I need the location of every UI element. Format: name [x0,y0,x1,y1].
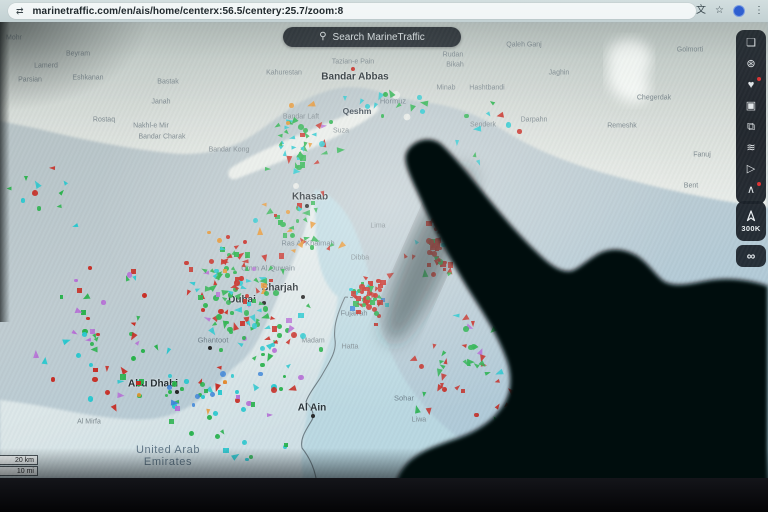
browser-menu-icon[interactable]: ⋮ [754,6,764,16]
screen-photo: { "browser": { "url": "marinetraffic.com… [0,0,768,512]
translate-icon[interactable]: 文 [696,6,706,16]
site-settings-icon[interactable]: ⇄ [16,7,24,16]
browser-toolbar: ⇄ marinetraffic.com/en/ais/home/centerx:… [0,0,768,22]
profile-avatar[interactable] [733,5,745,17]
hand-silhouette [0,0,768,512]
address-bar[interactable]: ⇄ marinetraffic.com/en/ais/home/centerx:… [8,3,696,19]
url-text: marinetraffic.com/en/ais/home/centerx:56… [33,6,344,17]
bookmark-star-icon[interactable]: ☆ [715,6,724,16]
screen-bezel [0,478,768,512]
hand-shape [390,139,768,512]
